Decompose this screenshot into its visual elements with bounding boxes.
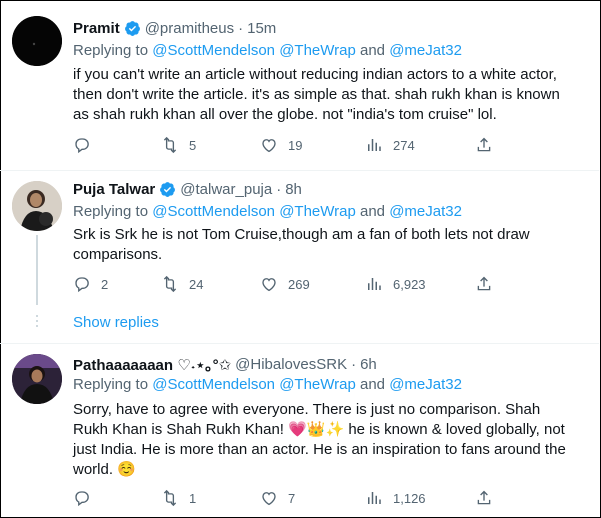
views-icon (368, 139, 381, 151)
retweet-button[interactable]: 5 (161, 136, 196, 154)
share-button[interactable] (475, 489, 493, 507)
show-replies-link[interactable]: Show replies (73, 314, 159, 331)
tweet-header: Puja Talwar @talwar_puja · 8h (73, 181, 302, 198)
retweet-icon (163, 275, 177, 293)
mention-link[interactable]: @meJat32 (389, 376, 462, 393)
and-label: and (360, 203, 386, 220)
retweet-count: 5 (189, 137, 197, 153)
and-label: and (360, 42, 386, 59)
like-count: 19 (288, 137, 303, 153)
action-bar: 5 19 274 (73, 136, 493, 156)
mention-link[interactable]: @meJat32 (389, 42, 462, 59)
avatar[interactable] (12, 354, 62, 404)
verified-badge-icon (160, 182, 176, 197)
retweet-count: 24 (189, 276, 204, 292)
reply-button[interactable]: 2 (73, 275, 108, 293)
thread-dots (36, 315, 38, 330)
reply-button[interactable] (73, 489, 91, 507)
views-icon (368, 492, 381, 504)
replying-to: Replying to @ScottMendelson @TheWrap and… (73, 376, 462, 393)
share-icon (477, 490, 491, 505)
tweet-1[interactable]: Pramit @pramitheus · 15m Replying to @Sc… (0, 0, 599, 170)
display-name[interactable]: Pramit (73, 20, 120, 37)
share-button[interactable] (475, 136, 493, 154)
mention-link[interactable]: @meJat32 (389, 203, 462, 220)
reply-icon (75, 277, 89, 293)
replying-to-label: Replying to (73, 376, 153, 393)
retweet-icon (163, 136, 177, 154)
share-button[interactable] (475, 275, 493, 293)
replying-to-label: Replying to (73, 42, 153, 59)
mention-link[interactable]: @ScottMendelson (152, 42, 275, 59)
separator: · (238, 20, 244, 37)
mention-link[interactable]: @ScottMendelson (152, 376, 275, 393)
action-bar: 1 7 1,126 (73, 489, 493, 509)
tweet-text: Srk is Srk he is not Tom Cruise,though a… (73, 226, 530, 263)
reply-icon (75, 491, 89, 507)
avatar[interactable] (12, 181, 62, 231)
handle[interactable]: @pramitheus (145, 20, 234, 37)
tweet-3[interactable]: Pathaaaaaaan ♡˖⋆｡°✩ @HibalovesSRK · 6h R… (0, 344, 599, 516)
reply-button[interactable] (73, 136, 91, 154)
tweet-text: if you can't write an article without re… (73, 66, 560, 123)
display-name[interactable]: Pathaaaaaaan ♡˖⋆｡°✩ (73, 354, 231, 375)
verified-badge-icon (124, 21, 140, 36)
view-count: 6,923 (393, 276, 426, 292)
like-icon (262, 139, 276, 153)
views-button[interactable]: 274 (365, 136, 415, 154)
tweet-header: Pathaaaaaaan ♡˖⋆｡°✩ @HibalovesSRK · 6h (73, 354, 377, 375)
like-button[interactable]: 7 (260, 489, 295, 507)
like-button[interactable]: 269 (260, 275, 310, 293)
replying-to-label: Replying to (73, 203, 153, 220)
handle[interactable]: @HibalovesSRK (235, 356, 347, 373)
retweet-button[interactable]: 1 (161, 489, 196, 507)
avatar-image (12, 181, 62, 231)
like-icon (262, 492, 276, 506)
view-count: 274 (393, 137, 415, 153)
like-count: 269 (288, 276, 310, 292)
timestamp[interactable]: 6h (360, 356, 377, 373)
tweet-header: Pramit @pramitheus · 15m (73, 20, 276, 37)
avatar[interactable] (12, 16, 62, 66)
thread-line (36, 235, 38, 305)
mention-link[interactable]: @TheWrap (279, 376, 356, 393)
action-bar: 2 24 269 6,923 (73, 275, 493, 295)
separator: · (276, 181, 282, 198)
reply-count: 2 (101, 276, 109, 292)
view-count: 1,126 (393, 490, 426, 506)
avatar-image (12, 16, 62, 66)
separator: · (351, 356, 357, 373)
handle[interactable]: @talwar_puja (180, 181, 272, 198)
like-count: 7 (288, 490, 296, 506)
share-icon (477, 276, 491, 291)
reply-icon (75, 138, 89, 154)
timestamp[interactable]: 8h (285, 181, 302, 198)
mention-link[interactable]: @ScottMendelson (152, 203, 275, 220)
views-button[interactable]: 6,923 (365, 275, 426, 293)
tweet-text: Sorry, have to agree with everyone. Ther… (73, 401, 566, 478)
replying-to: Replying to @ScottMendelson @TheWrap and… (73, 203, 462, 220)
mention-link[interactable]: @TheWrap (279, 203, 356, 220)
like-button[interactable]: 19 (260, 136, 302, 154)
timestamp[interactable]: 15m (247, 20, 276, 37)
share-icon (477, 137, 491, 152)
retweet-count: 1 (189, 490, 197, 506)
mention-link[interactable]: @TheWrap (279, 42, 356, 59)
display-name[interactable]: Puja Talwar (73, 181, 155, 198)
retweet-icon (163, 489, 177, 507)
retweet-button[interactable]: 24 (161, 275, 203, 293)
like-icon (262, 278, 276, 292)
replying-to: Replying to @ScottMendelson @TheWrap and… (73, 42, 462, 59)
views-button[interactable]: 1,126 (365, 489, 426, 507)
views-icon (368, 278, 381, 290)
avatar-image (12, 354, 62, 404)
and-label: and (360, 376, 386, 393)
tweet-2[interactable]: Puja Talwar @talwar_puja · 8h Replying t… (0, 171, 599, 346)
